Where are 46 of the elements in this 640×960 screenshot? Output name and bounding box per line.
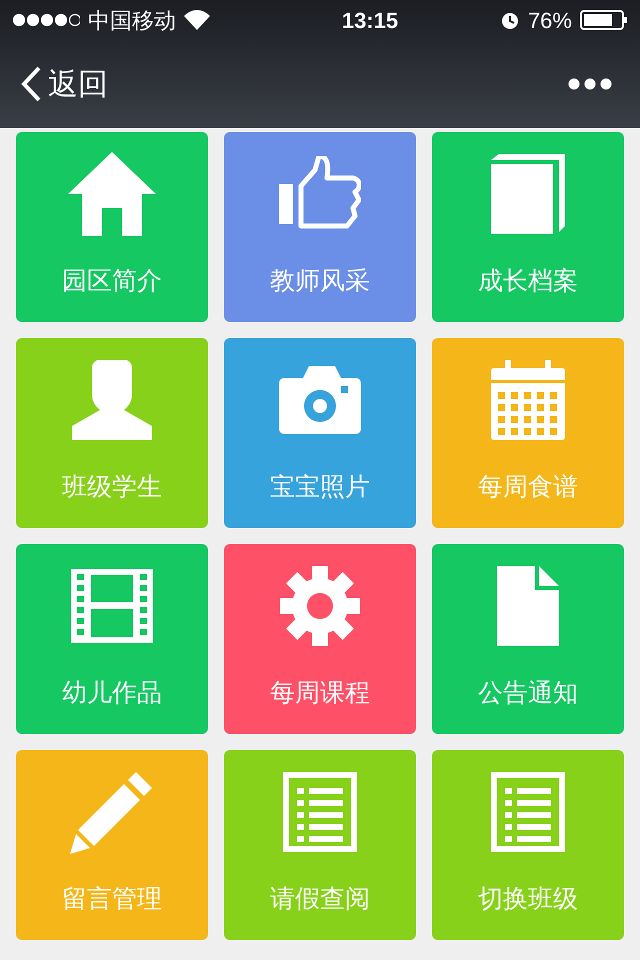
menu-tile[interactable]: 公告通知 bbox=[432, 544, 624, 734]
tile-label: 园区简介 bbox=[62, 266, 162, 296]
menu-tile[interactable]: 请假查阅 bbox=[224, 750, 416, 940]
person-icon bbox=[72, 360, 152, 440]
battery-percent: 76% bbox=[528, 6, 572, 34]
back-button[interactable]: 返回 bbox=[20, 62, 108, 106]
tile-label: 公告通知 bbox=[478, 678, 578, 708]
menu-tile[interactable]: 留言管理 bbox=[16, 750, 208, 940]
menu-tile[interactable]: 成长档案 bbox=[432, 132, 624, 322]
tile-label: 班级学生 bbox=[62, 472, 162, 502]
list-icon bbox=[283, 772, 357, 852]
tile-label: 切换班级 bbox=[478, 884, 578, 914]
carrier-name: 中国移动 bbox=[88, 6, 176, 34]
battery-icon bbox=[580, 10, 628, 30]
gear-icon bbox=[280, 566, 360, 646]
menu-tile[interactable]: 每周课程 bbox=[224, 544, 416, 734]
house-icon bbox=[68, 152, 156, 236]
menu-tile[interactable]: 园区简介 bbox=[16, 132, 208, 322]
tile-label: 请假查阅 bbox=[270, 884, 370, 914]
thumbs-up-icon bbox=[279, 156, 361, 232]
list-icon bbox=[491, 772, 565, 852]
menu-tile[interactable]: 班级学生 bbox=[16, 338, 208, 528]
tile-label: 每周食谱 bbox=[478, 472, 578, 502]
menu-tile[interactable]: 宝宝照片 bbox=[224, 338, 416, 528]
menu-tile[interactable]: 教师风采 bbox=[224, 132, 416, 322]
tile-label: 教师风采 bbox=[270, 266, 370, 296]
tile-label: 成长档案 bbox=[478, 266, 578, 296]
signal-icon bbox=[12, 13, 80, 27]
camera-icon bbox=[279, 366, 361, 434]
status-time: 13:15 bbox=[342, 6, 398, 34]
alarm-icon bbox=[500, 10, 520, 30]
more-icon bbox=[568, 78, 612, 90]
document-icon bbox=[497, 566, 559, 646]
menu-tile[interactable]: 幼儿作品 bbox=[16, 544, 208, 734]
film-icon bbox=[71, 568, 153, 642]
tile-label: 留言管理 bbox=[62, 884, 162, 914]
menu-tile[interactable]: 切换班级 bbox=[432, 750, 624, 940]
wifi-icon bbox=[184, 10, 210, 30]
calendar-icon bbox=[491, 360, 565, 440]
book-icon bbox=[491, 154, 565, 234]
tile-label: 每周课程 bbox=[270, 678, 370, 708]
tile-label: 幼儿作品 bbox=[62, 678, 162, 708]
menu-tile[interactable]: 每周食谱 bbox=[432, 338, 624, 528]
tile-label: 宝宝照片 bbox=[270, 472, 370, 502]
chevron-left-icon bbox=[20, 66, 42, 102]
pencil-icon bbox=[70, 770, 154, 854]
